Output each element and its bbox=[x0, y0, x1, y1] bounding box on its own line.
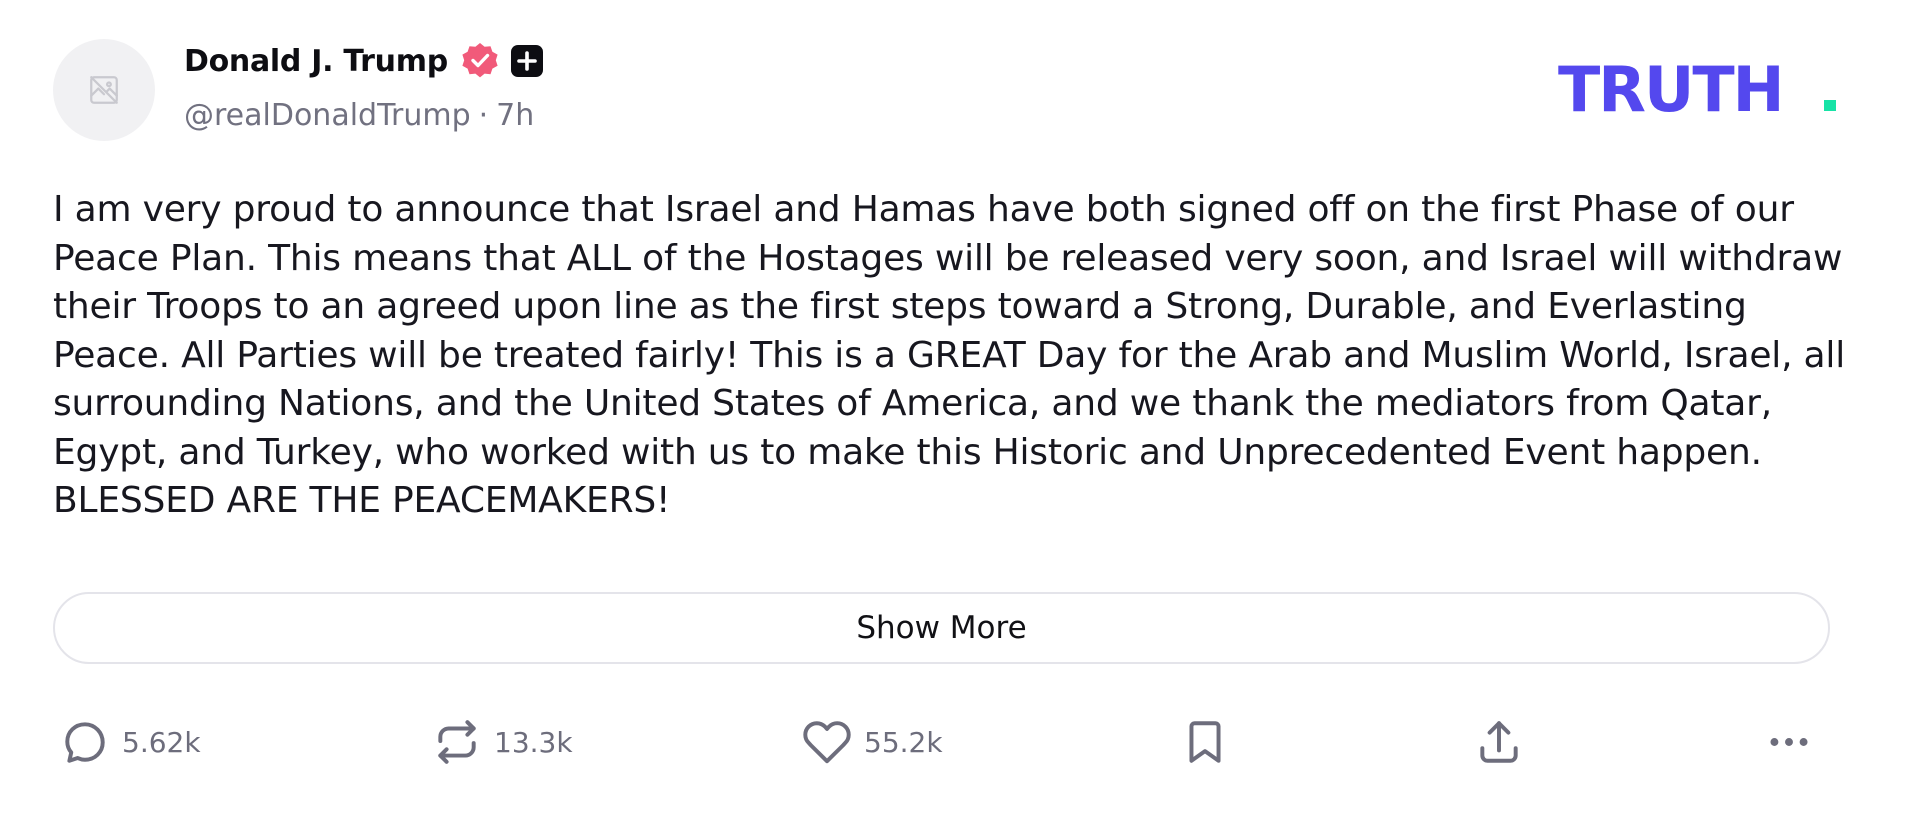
like-icon bbox=[803, 721, 851, 764]
avatar[interactable] bbox=[53, 39, 155, 141]
more-options-button[interactable] bbox=[1764, 712, 1814, 772]
reply-icon bbox=[65, 722, 105, 763]
share-icon bbox=[1480, 721, 1518, 763]
bookmark-icon bbox=[1189, 721, 1221, 763]
author-handle[interactable]: @realDonaldTrump bbox=[184, 98, 471, 133]
retruth-button[interactable]: 13.3k bbox=[432, 712, 573, 772]
author-meta-row: @realDonaldTrump · 7h bbox=[184, 98, 534, 133]
broken-image-icon bbox=[90, 76, 118, 104]
plus-badge-icon bbox=[510, 44, 544, 78]
retruth-icon bbox=[438, 720, 476, 764]
truth-logo: TRUTH bbox=[1558, 53, 1838, 126]
verified-badge-icon bbox=[460, 41, 500, 81]
truth-logo-text: TRUTH bbox=[1558, 56, 1783, 116]
retruth-count: 13.3k bbox=[494, 725, 573, 759]
author-name-row: Donald J. Trump bbox=[184, 38, 544, 84]
author-display-name[interactable]: Donald J. Trump bbox=[184, 44, 448, 79]
like-count: 55.2k bbox=[864, 725, 943, 759]
reply-button[interactable]: 5.62k bbox=[60, 712, 201, 772]
post-timestamp[interactable]: 7h bbox=[496, 98, 534, 133]
meta-separator: · bbox=[478, 98, 489, 133]
reply-count: 5.62k bbox=[122, 725, 201, 759]
post-text: I am very proud to announce that Israel … bbox=[53, 189, 1846, 521]
more-icon bbox=[1770, 738, 1808, 746]
show-more-button[interactable]: Show More bbox=[53, 592, 1830, 664]
bookmark-button[interactable] bbox=[1180, 712, 1230, 772]
action-bar: 5.62k 13.3k 55.2k bbox=[0, 712, 1920, 772]
post-card: Donald J. Trump @realDonaldTrump · 7h TR… bbox=[0, 0, 1920, 822]
like-button[interactable]: 55.2k bbox=[802, 712, 943, 772]
share-button[interactable] bbox=[1474, 712, 1524, 772]
